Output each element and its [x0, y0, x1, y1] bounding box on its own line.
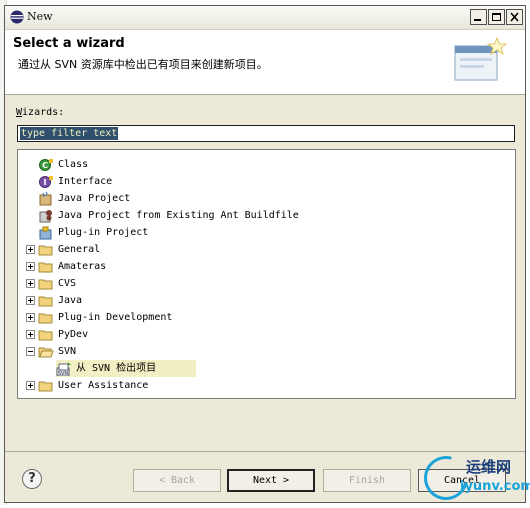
new-wizard-banner-icon: [454, 36, 508, 81]
tree-item-label: Java: [58, 295, 83, 306]
svn-checkout-icon: SVN: [56, 362, 71, 376]
tree-item-label: User Assistance: [58, 380, 149, 391]
tree-item-label: Java Project from Existing Ant Buildfile: [58, 210, 299, 221]
minimize-icon: [474, 19, 481, 21]
watermark-cn: 运维网: [466, 458, 512, 476]
tree-item-label: Plug-in Project: [58, 227, 149, 238]
tree-item-label: Interface: [58, 176, 113, 187]
folder-icon: [38, 381, 53, 392]
expand-toggle-icon[interactable]: [26, 279, 35, 288]
title-bar[interactable]: New: [5, 6, 525, 30]
ant-buildfile-icon: [39, 210, 52, 223]
plugin-project-icon: [39, 226, 52, 240]
filter-input[interactable]: type filter text: [17, 125, 515, 142]
folder-icon: [38, 279, 53, 290]
tree-item-label: CVS: [58, 278, 77, 289]
next-button[interactable]: Next >: [227, 469, 315, 492]
window-title: New: [27, 10, 53, 23]
wizard-tree[interactable]: C Class I Interface Java Project Java Project…: [17, 149, 516, 399]
tree-item-label: Plug-in Development: [58, 312, 173, 323]
maximize-icon: [492, 13, 501, 21]
page-title: Select a wizard: [13, 36, 125, 51]
watermark-en: iyunv.com: [460, 479, 530, 494]
svg-text:C: C: [42, 161, 48, 170]
tree-item-label: PyDev: [58, 329, 89, 340]
interface-icon: I: [39, 176, 53, 188]
collapse-toggle-icon[interactable]: [26, 347, 35, 356]
folder-icon: [38, 330, 53, 341]
svg-text:I: I: [44, 178, 47, 187]
eclipse-icon: [10, 10, 24, 24]
help-button[interactable]: ?: [22, 469, 42, 489]
expand-toggle-icon[interactable]: [26, 296, 35, 305]
class-icon: C: [39, 159, 53, 171]
back-button[interactable]: < Back: [133, 469, 221, 492]
folder-icon: [38, 296, 53, 307]
tree-item-label: 从 SVN 检出项目: [76, 363, 157, 374]
minimize-button[interactable]: [470, 9, 487, 25]
expand-toggle-icon[interactable]: [26, 262, 35, 271]
wizards-label: Wizards:: [16, 107, 65, 118]
svg-text:SVN: SVN: [58, 371, 69, 376]
maximize-button[interactable]: [488, 9, 505, 25]
tree-item-label: Amateras: [58, 261, 107, 272]
page-description: 通过从 SVN 资源库中检出已有项目来创建新项目。: [18, 58, 268, 71]
tree-item-label: Class: [58, 159, 89, 170]
wizard-header: Select a wizard 通过从 SVN 资源库中检出已有项目来创建新项目…: [5, 30, 525, 95]
folder-icon: [38, 313, 53, 324]
expand-toggle-icon[interactable]: [26, 330, 35, 339]
new-wizard-dialog: New Select a wizard 通过从 SVN 资源库中检出已有项目来创…: [4, 5, 526, 503]
open-folder-icon: [38, 347, 54, 358]
help-icon: ?: [28, 471, 36, 486]
filter-text[interactable]: type filter text: [20, 127, 119, 140]
expand-toggle-icon[interactable]: [26, 313, 35, 322]
tree-item-label: Java Project: [58, 193, 131, 204]
expand-toggle-icon[interactable]: [26, 245, 35, 254]
java-project-icon: [39, 191, 52, 206]
folder-icon: [38, 262, 53, 273]
close-icon: [510, 12, 519, 22]
close-button[interactable]: [506, 9, 523, 25]
tree-item-svn[interactable]: SVN 从 SVN 检出项目: [56, 360, 196, 377]
tree-item-label: General: [58, 244, 101, 255]
watermark-logo: 运维网 iyunv.com: [415, 447, 530, 508]
expand-toggle-icon[interactable]: [26, 381, 35, 390]
folder-icon: [38, 245, 53, 256]
finish-button[interactable]: Finish: [323, 469, 411, 492]
tree-item-label: SVN: [58, 346, 77, 357]
